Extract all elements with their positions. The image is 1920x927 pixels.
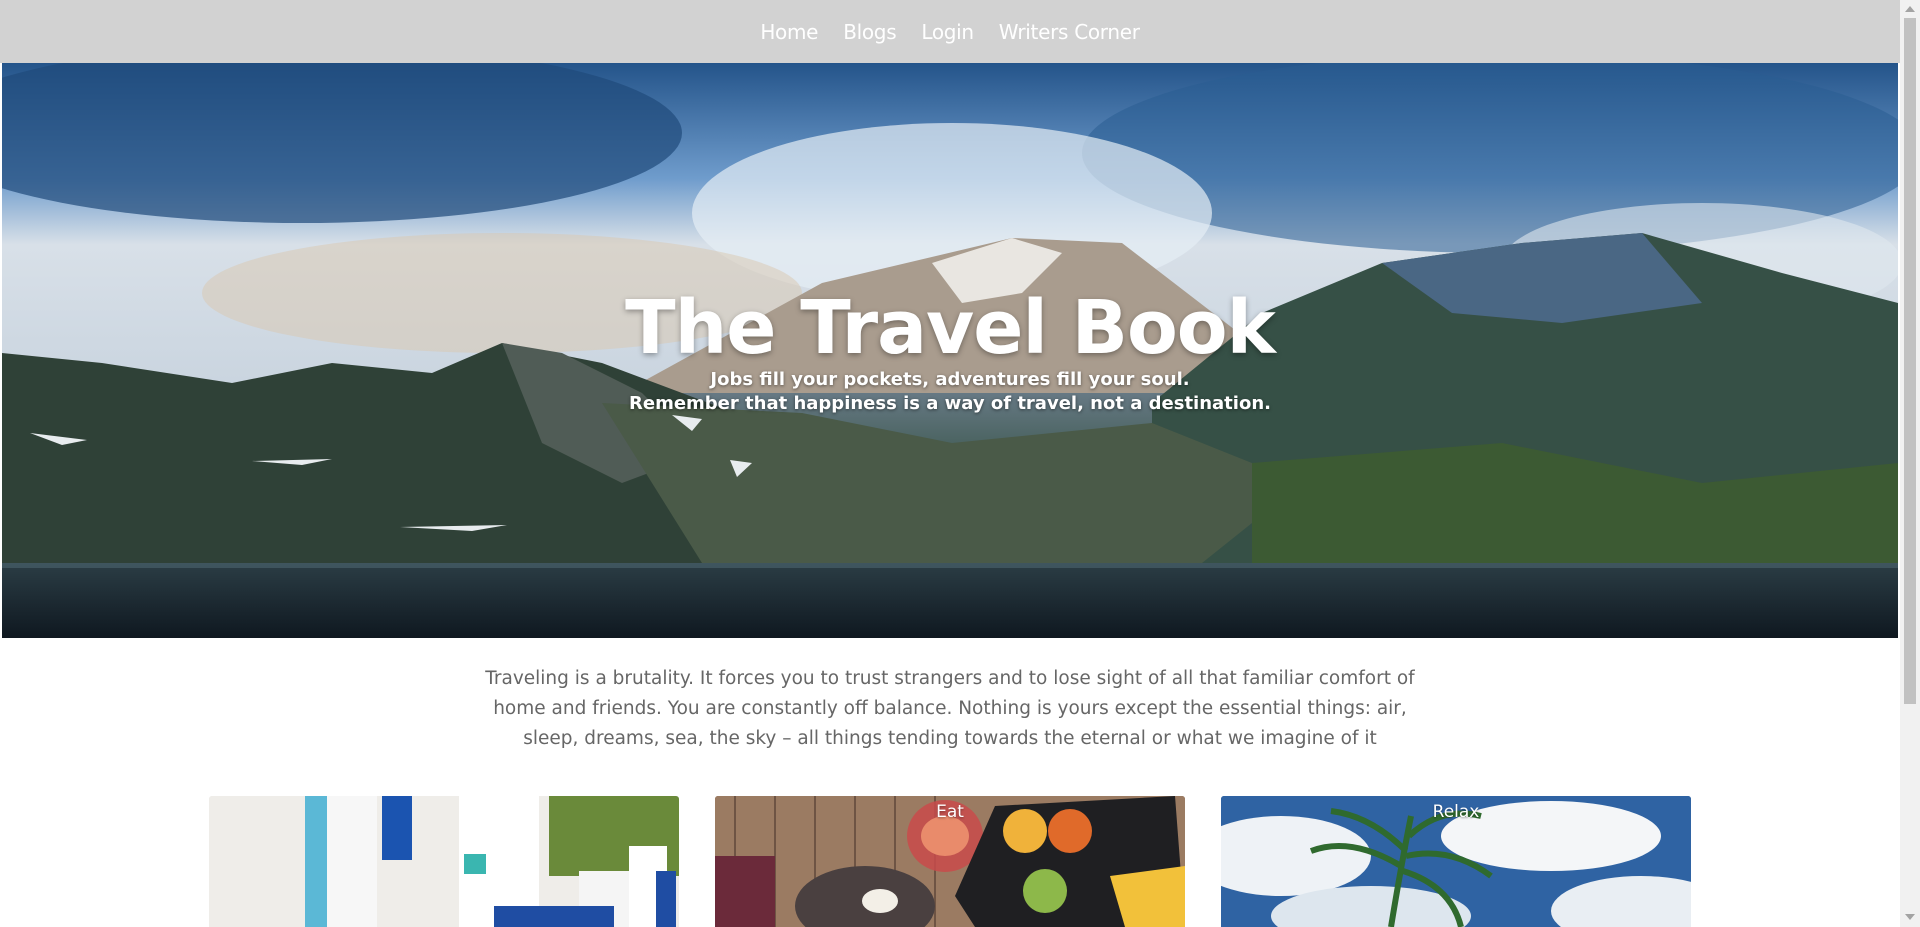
hero-title: The Travel Book <box>625 285 1276 371</box>
scroll-down-arrow-icon[interactable] <box>1905 914 1915 920</box>
nav-link-home[interactable]: Home <box>760 20 818 44</box>
scroll-up-arrow-icon[interactable] <box>1905 6 1915 12</box>
card-explore[interactable] <box>209 796 679 927</box>
hero-text-block: The Travel Book Jobs fill your pockets, … <box>2 288 1898 416</box>
card-label-relax: Relax <box>1432 802 1480 822</box>
page-scrollbar[interactable] <box>1900 0 1920 927</box>
hero-tagline-2: Remember that happiness is a way of trav… <box>629 393 1271 414</box>
card-eat[interactable]: Eat <box>715 796 1185 927</box>
intro-paragraph: Traveling is a brutality. It forces you … <box>485 668 1415 749</box>
top-navbar: Home Blogs Login Writers Corner <box>0 0 1900 63</box>
card-label-eat: Eat <box>936 802 964 822</box>
hero-banner: The Travel Book Jobs fill your pockets, … <box>2 63 1898 638</box>
card-relax[interactable]: Relax <box>1221 796 1691 927</box>
nav-link-blogs[interactable]: Blogs <box>843 20 896 44</box>
nav-link-writers-corner[interactable]: Writers Corner <box>999 20 1140 44</box>
scrollbar-thumb[interactable] <box>1904 18 1916 704</box>
hero-tagline-1: Jobs fill your pockets, adventures fill … <box>710 369 1190 390</box>
nav-link-login[interactable]: Login <box>921 20 974 44</box>
card-image-houses <box>209 796 679 927</box>
